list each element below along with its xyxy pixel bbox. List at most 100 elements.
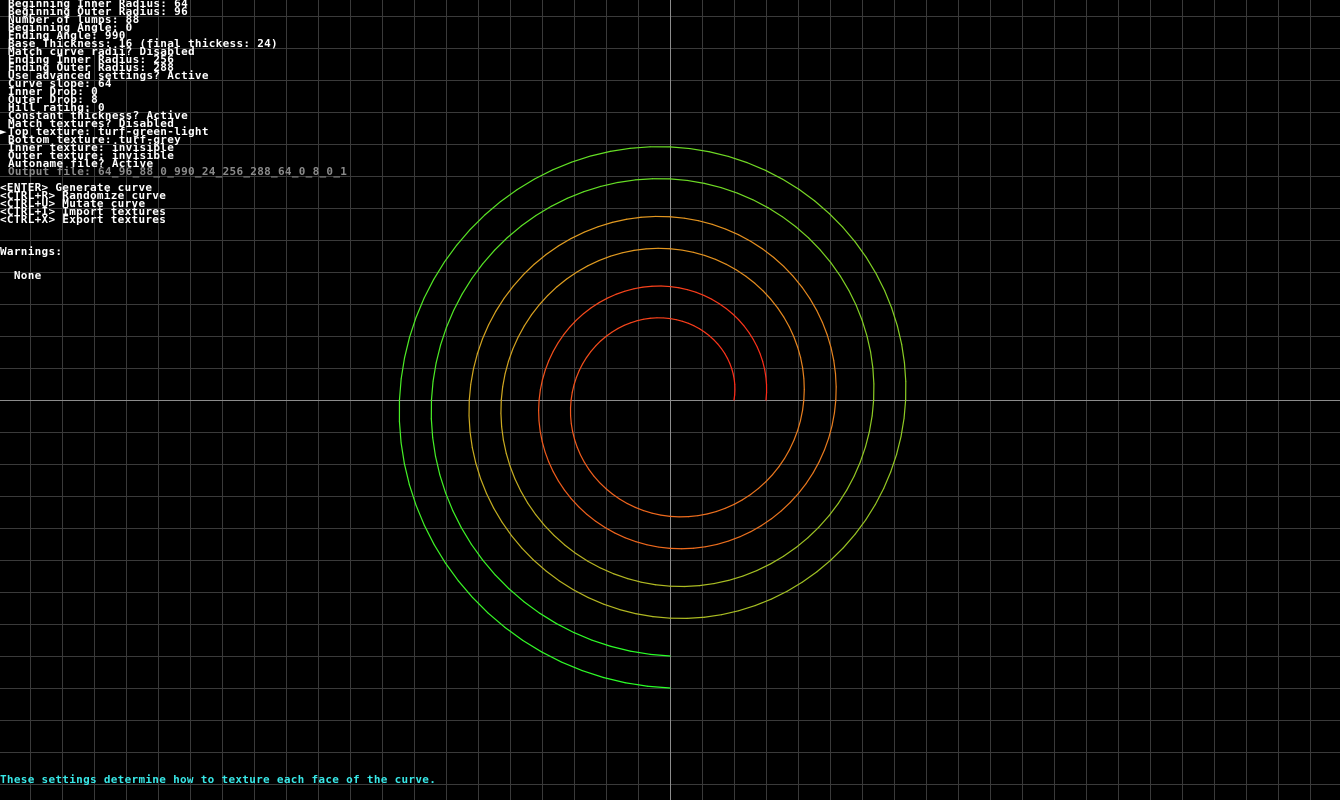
curve-inner-edge-segment bbox=[869, 351, 874, 369]
curve-outer-edge-segment bbox=[737, 319, 745, 327]
curve-inner-edge-segment bbox=[617, 179, 636, 184]
curve-outer-edge-segment bbox=[703, 294, 713, 300]
curve-outer-edge-segment bbox=[842, 533, 856, 549]
curve-inner-edge-segment bbox=[788, 439, 795, 451]
curve-outer-edge-segment bbox=[545, 570, 560, 582]
curve-inner-edge-segment bbox=[610, 645, 631, 652]
selection-cursor-icon bbox=[0, 64, 8, 72]
curve-inner-edge-segment bbox=[846, 475, 855, 491]
curve-outer-edge-segment bbox=[816, 559, 832, 573]
curve-inner-edge-segment bbox=[571, 384, 575, 393]
selection-cursor-icon bbox=[0, 160, 8, 168]
curve-inner-edge-segment bbox=[500, 412, 503, 428]
curve-inner-edge-segment bbox=[556, 278, 568, 288]
curve-inner-edge-segment bbox=[793, 336, 799, 348]
curve-inner-edge-segment bbox=[795, 537, 809, 549]
curve-outer-edge-segment bbox=[415, 504, 425, 526]
curve-inner-edge-segment bbox=[777, 307, 785, 318]
curve-outer-edge-segment bbox=[883, 471, 892, 490]
curve-inner-edge-segment bbox=[799, 409, 804, 422]
curve-outer-edge-segment bbox=[829, 547, 844, 562]
curve-inner-edge-segment bbox=[669, 178, 688, 182]
curve-outer-edge-segment bbox=[398, 378, 402, 401]
curve-outer-edge-segment bbox=[801, 571, 818, 583]
curve-outer-edge-segment bbox=[823, 437, 830, 451]
curve-outer-edge-segment bbox=[415, 297, 425, 319]
curve-outer-edge-segment bbox=[590, 301, 600, 309]
curve-inner-edge-segment bbox=[724, 503, 735, 509]
curve-inner-edge-segment bbox=[872, 367, 875, 385]
curve-inner-edge-segment bbox=[482, 249, 496, 265]
selection-cursor-icon bbox=[0, 8, 8, 16]
curve-outer-edge-segment bbox=[750, 240, 764, 250]
curve-inner-edge-segment bbox=[575, 369, 580, 379]
curve-inner-edge-segment bbox=[728, 575, 744, 581]
curve-outer-edge-segment bbox=[660, 285, 671, 288]
curve-outer-edge-segment bbox=[865, 256, 877, 275]
curve-inner-edge-segment bbox=[819, 249, 832, 264]
setting-item[interactable]: Output file: 64_96_88_0_990_24_256_288_6… bbox=[0, 166, 347, 177]
curve-outer-edge-segment bbox=[812, 461, 820, 474]
curve-inner-edge-segment bbox=[576, 446, 582, 456]
curve-inner-edge-segment bbox=[669, 248, 683, 251]
curve-outer-edge-segment bbox=[727, 155, 748, 164]
curve-outer-edge-segment bbox=[692, 546, 706, 549]
curve-outer-edge-segment bbox=[833, 399, 837, 414]
curve-inner-edge-segment bbox=[871, 399, 875, 417]
curve-inner-edge-segment bbox=[693, 325, 701, 330]
curve-outer-edge-segment bbox=[765, 391, 768, 401]
curve-outer-edge-segment bbox=[633, 286, 644, 290]
curve-inner-edge-segment bbox=[535, 205, 552, 217]
curve-outer-edge-segment bbox=[752, 338, 758, 348]
curve-outer-edge-segment bbox=[831, 412, 836, 427]
curve-inner-edge-segment bbox=[669, 515, 680, 518]
curve-outer-edge-segment bbox=[854, 241, 867, 258]
curve-inner-edge-segment bbox=[698, 582, 715, 587]
curve-outer-edge-segment bbox=[798, 188, 816, 202]
shortcut-item[interactable]: <CTRL+X> Export textures bbox=[0, 214, 166, 225]
curve-outer-edge-segment bbox=[720, 610, 740, 616]
curve-outer-edge-segment bbox=[532, 559, 547, 572]
curve-outer-edge-segment bbox=[545, 245, 559, 256]
curve-inner-edge-segment bbox=[611, 327, 619, 333]
curve-inner-edge-segment bbox=[609, 252, 623, 257]
curve-outer-edge-segment bbox=[470, 368, 475, 385]
curve-inner-edge-segment bbox=[629, 650, 651, 655]
curve-inner-edge-segment bbox=[493, 236, 509, 251]
curve-inner-edge-segment bbox=[720, 347, 726, 354]
curve-outer-edge-segment bbox=[606, 293, 617, 299]
curve-outer-edge-segment bbox=[538, 389, 541, 401]
curve-outer-edge-segment bbox=[834, 373, 837, 388]
curve-inner-edge-segment bbox=[799, 356, 804, 369]
curve-inner-edge-segment bbox=[520, 214, 537, 227]
curve-outer-edge-segment bbox=[493, 507, 503, 523]
curve-outer-edge-segment bbox=[828, 212, 844, 228]
curve-inner-edge-segment bbox=[681, 249, 694, 253]
curve-outer-edge-segment bbox=[754, 598, 773, 607]
curve-inner-edge-segment bbox=[432, 362, 437, 382]
curve-inner-edge-segment bbox=[729, 362, 733, 370]
curve-inner-edge-segment bbox=[543, 524, 555, 537]
selection-cursor-icon bbox=[0, 104, 8, 112]
curve-inner-edge-segment bbox=[566, 191, 585, 199]
curve-inner-edge-segment bbox=[733, 499, 744, 506]
curve-outer-edge-segment bbox=[619, 609, 637, 615]
curve-inner-edge-segment bbox=[502, 373, 506, 388]
curve-inner-edge-segment bbox=[582, 356, 588, 365]
curve-inner-edge-segment bbox=[535, 514, 546, 527]
curve-inner-edge-segment bbox=[802, 367, 805, 380]
curve-outer-edge-segment bbox=[533, 254, 547, 265]
curve-outer-edge-segment bbox=[640, 215, 657, 218]
curve-inner-edge-segment bbox=[599, 181, 619, 188]
editor-canvas[interactable]: Beginning Inner Radius: 64 Beginning Oute… bbox=[0, 0, 1340, 800]
curve-outer-edge-segment bbox=[716, 540, 730, 546]
curve-outer-edge-segment bbox=[512, 274, 524, 287]
curve-inner-edge-segment bbox=[681, 320, 690, 324]
curve-inner-edge-segment bbox=[726, 357, 731, 364]
curve-outer-edge-segment bbox=[711, 223, 727, 230]
curve-outer-edge-segment bbox=[737, 605, 756, 612]
curve-outer-edge-segment bbox=[582, 307, 592, 315]
curve-inner-edge-segment bbox=[508, 588, 525, 603]
curve-outer-edge-segment bbox=[552, 342, 559, 353]
curve-inner-edge-segment bbox=[506, 225, 522, 239]
